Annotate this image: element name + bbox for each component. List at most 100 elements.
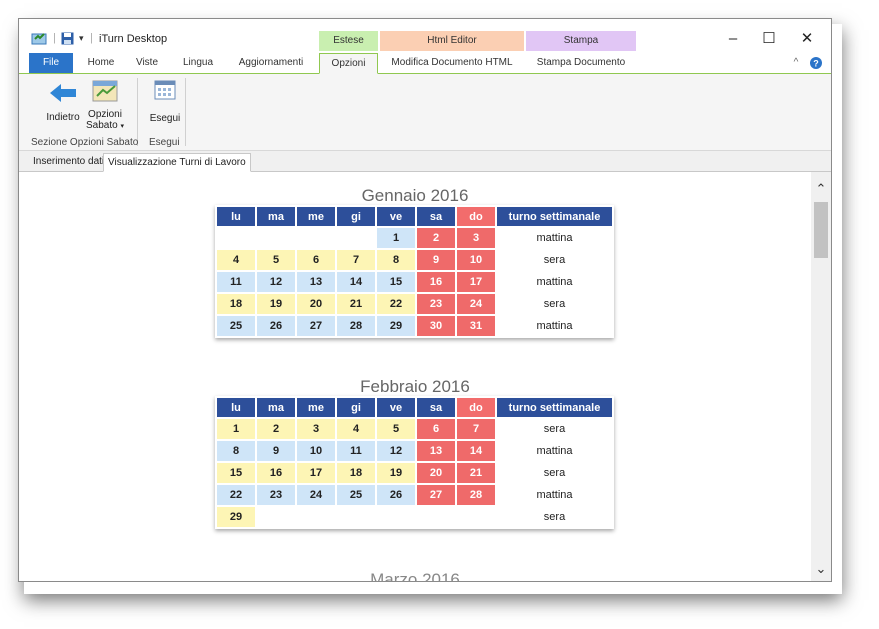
day-cell[interactable]: 24 — [457, 294, 495, 314]
day-cell[interactable]: 17 — [457, 272, 495, 292]
day-cell[interactable]: 20 — [297, 294, 335, 314]
tab-lingua[interactable]: Lingua — [175, 53, 221, 73]
day-cell[interactable]: 19 — [257, 294, 295, 314]
day-cell[interactable]: 5 — [377, 419, 415, 439]
day-cell[interactable]: 22 — [377, 294, 415, 314]
group-label-esegui: Esegui — [149, 137, 180, 148]
day-cell[interactable]: 15 — [217, 463, 255, 483]
day-cell[interactable]: 1 — [217, 419, 255, 439]
day-cell[interactable]: 1 — [377, 228, 415, 248]
day-cell[interactable]: 18 — [217, 294, 255, 314]
month-title: Gennaio 2016 — [361, 186, 469, 205]
day-cell[interactable]: 18 — [337, 463, 375, 483]
day-cell[interactable]: 28 — [337, 316, 375, 336]
tab-inserimento-dati[interactable]: Inserimento dati — [29, 153, 108, 171]
day-cell[interactable]: 8 — [377, 250, 415, 270]
turno-cell: mattina — [536, 276, 573, 288]
day-cell[interactable]: 29 — [217, 507, 255, 527]
day-cell[interactable]: 3 — [457, 228, 495, 248]
scroll-up-icon[interactable]: ⌃ — [811, 180, 831, 198]
tab-modifica-documento[interactable]: Modifica Documento HTML — [380, 53, 524, 73]
day-cell[interactable]: 7 — [337, 250, 375, 270]
day-cell[interactable]: 14 — [457, 441, 495, 461]
day-cell[interactable]: 23 — [257, 485, 295, 505]
day-cell[interactable]: 23 — [417, 294, 455, 314]
day-cell[interactable]: 26 — [257, 316, 295, 336]
turno-cell: mattina — [536, 320, 573, 332]
day-cell[interactable]: 12 — [257, 272, 295, 292]
tab-aggiornamenti[interactable]: Aggiornamenti — [231, 53, 311, 73]
turno-cell: mattina — [536, 232, 573, 244]
day-cell[interactable]: 4 — [337, 419, 375, 439]
day-cell[interactable]: 15 — [377, 272, 415, 292]
column-header-day: me — [297, 207, 335, 226]
day-cell[interactable]: 4 — [217, 250, 255, 270]
day-cell[interactable]: 21 — [337, 294, 375, 314]
esegui-button[interactable]: Esegui — [145, 78, 185, 124]
maximize-button[interactable]: ☐ — [755, 29, 783, 49]
tab-stampa-documento[interactable]: Stampa Documento — [526, 53, 636, 73]
day-cell[interactable]: 7 — [457, 419, 495, 439]
day-cell[interactable]: 27 — [297, 316, 335, 336]
day-cell[interactable]: 26 — [377, 485, 415, 505]
day-cell[interactable]: 9 — [417, 250, 455, 270]
day-cell[interactable]: 19 — [377, 463, 415, 483]
day-cell[interactable]: 13 — [297, 272, 335, 292]
day-cell[interactable]: 31 — [457, 316, 495, 336]
day-cell[interactable]: 24 — [297, 485, 335, 505]
empty-day-cell — [417, 507, 455, 527]
tab-visualizzazione-turni[interactable]: Visualizzazione Turni di Lavoro — [103, 153, 251, 172]
tab-file[interactable]: File — [29, 53, 73, 73]
day-cell[interactable]: 11 — [337, 441, 375, 461]
scroll-down-icon[interactable]: ⌄ — [811, 560, 831, 578]
document-tab-strip: Inserimento dati Visualizzazione Turni d… — [19, 151, 831, 172]
day-cell[interactable]: 21 — [457, 463, 495, 483]
turno-cell: sera — [543, 298, 566, 310]
column-header-day: me — [297, 398, 335, 417]
tab-opzioni[interactable]: Opzioni — [319, 53, 378, 74]
minimize-button[interactable]: – — [719, 29, 747, 49]
day-cell[interactable]: 13 — [417, 441, 455, 461]
tab-viste[interactable]: Viste — [129, 53, 165, 73]
day-cell[interactable]: 20 — [417, 463, 455, 483]
day-cell[interactable]: 5 — [257, 250, 295, 270]
help-icon[interactable]: ? — [809, 53, 823, 73]
column-header-day: gi — [337, 207, 375, 226]
empty-day-cell — [257, 507, 295, 527]
back-button[interactable]: Indietro — [43, 82, 83, 123]
day-cell[interactable]: 16 — [417, 272, 455, 292]
sabato-label: Sabato ▾ — [86, 120, 124, 131]
day-cell[interactable]: 6 — [417, 419, 455, 439]
day-cell[interactable]: 3 — [297, 419, 335, 439]
month-calendar-febbraio: lu ma me gi ve sa do turno settimanale 1 2 3 4 5 6 7 se… — [215, 396, 614, 529]
day-cell[interactable]: 25 — [217, 316, 255, 336]
day-cell[interactable]: 9 — [257, 441, 295, 461]
vertical-scrollbar[interactable]: ⌃ ⌄ — [811, 172, 831, 581]
day-cell[interactable]: 25 — [337, 485, 375, 505]
close-button[interactable]: ✕ — [793, 29, 821, 49]
turno-cell: sera — [543, 423, 566, 435]
day-cell[interactable]: 12 — [377, 441, 415, 461]
day-cell[interactable]: 14 — [337, 272, 375, 292]
week-row: 15 16 17 18 19 20 21 sera — [217, 463, 612, 483]
day-cell[interactable]: 30 — [417, 316, 455, 336]
save-icon[interactable] — [61, 30, 74, 46]
day-cell[interactable]: 22 — [217, 485, 255, 505]
day-cell[interactable]: 10 — [457, 250, 495, 270]
day-cell[interactable]: 8 — [217, 441, 255, 461]
day-cell[interactable]: 2 — [257, 419, 295, 439]
day-cell[interactable]: 27 — [417, 485, 455, 505]
opzioni-sabato-button[interactable]: Opzioni Sabato ▾ — [83, 78, 127, 131]
quick-access-dropdown-icon[interactable]: ▾ — [79, 30, 84, 46]
day-cell[interactable]: 28 — [457, 485, 495, 505]
day-cell[interactable]: 29 — [377, 316, 415, 336]
day-cell[interactable]: 10 — [297, 441, 335, 461]
day-cell[interactable]: 17 — [297, 463, 335, 483]
day-cell[interactable]: 11 — [217, 272, 255, 292]
day-cell[interactable]: 16 — [257, 463, 295, 483]
collapse-ribbon-icon[interactable]: ^ — [789, 53, 803, 73]
tab-home[interactable]: Home — [81, 53, 121, 73]
day-cell[interactable]: 2 — [417, 228, 455, 248]
day-cell[interactable]: 6 — [297, 250, 335, 270]
scrollbar-thumb[interactable] — [814, 202, 828, 258]
